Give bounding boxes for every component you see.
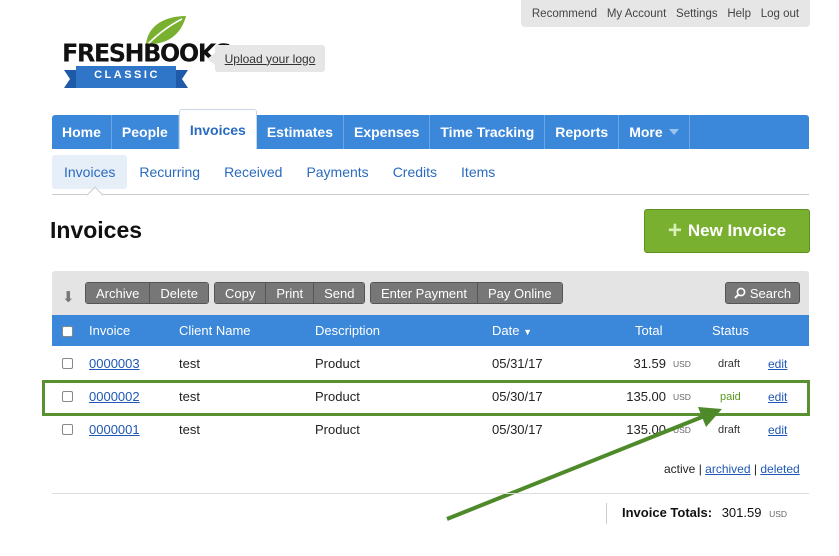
archive-delete-group: Archive Delete (85, 282, 209, 304)
client-name: test (179, 356, 200, 371)
new-invoice-button[interactable]: + New Invoice (644, 209, 810, 253)
enter-payment-button[interactable]: Enter Payment (371, 283, 478, 303)
nav-label: Reports (555, 124, 609, 140)
subnav-received[interactable]: Received (212, 155, 294, 189)
totals-value: 301.59 (721, 505, 762, 520)
subnav-invoices[interactable]: Invoices (52, 155, 128, 189)
invoice-table-header: Invoice Client Name Description Date ▼ T… (52, 315, 809, 346)
delete-button[interactable]: Delete (150, 283, 208, 303)
status-badge: draft (718, 358, 741, 370)
nav-label: Estimates (266, 124, 333, 140)
subnav-items[interactable]: Items (449, 155, 507, 189)
subnav-recurring[interactable]: Recurring (127, 155, 212, 189)
search-label: Search (749, 285, 792, 301)
subnav-payments[interactable]: Payments (294, 155, 380, 189)
upload-logo-bubble: Upload your logo (207, 45, 325, 72)
invoice-number-link[interactable]: 0000001 (89, 422, 140, 437)
invoice-date: 05/31/17 (492, 356, 543, 371)
nav-label: Invoices (189, 121, 246, 138)
nav-estimates[interactable]: Estimates (257, 115, 344, 149)
subnav-pointer (86, 186, 104, 204)
sub-nav: Invoices Recurring Received Payments Cre… (52, 155, 809, 189)
nav-label: People (121, 124, 168, 140)
row-checkbox[interactable] (62, 358, 73, 369)
page-title: Invoices (50, 217, 143, 243)
header-client-name[interactable]: Client Name (179, 323, 251, 338)
nav-people[interactable]: People (112, 115, 179, 149)
table-row: 0000003 test Product 05/31/17 31.59 USD … (52, 347, 809, 380)
invoice-total: 31.59 (633, 356, 666, 371)
totals-divider-line (52, 493, 809, 494)
header-description[interactable]: Description (315, 323, 380, 338)
header-total[interactable]: Total (635, 323, 662, 338)
filter-deleted-link[interactable]: deleted (760, 462, 799, 476)
my-account-link[interactable]: My Account (607, 8, 666, 20)
header-date[interactable]: Date ▼ (492, 323, 532, 338)
filter-archived-link[interactable]: archived (705, 462, 750, 476)
invoice-number-link[interactable]: 0000003 (89, 356, 140, 371)
freshbooks-logo[interactable]: FRESHBOOKS CLASSIC (62, 16, 232, 96)
utility-bar: Recommend My Account Settings Help Log o… (521, 0, 810, 27)
copy-print-send-group: Copy Print Send (214, 282, 366, 304)
pay-online-button[interactable]: Pay Online (478, 283, 562, 303)
nav-label: More (629, 124, 663, 140)
row-checkbox[interactable] (62, 424, 73, 435)
payment-group: Enter Payment Pay Online (370, 282, 563, 304)
totals-label: Invoice Totals: (622, 505, 713, 520)
settings-link[interactable]: Settings (676, 8, 718, 20)
print-button[interactable]: Print (266, 283, 315, 303)
nav-label: Time Tracking (440, 124, 535, 140)
nav-label: Home (62, 124, 101, 140)
bulk-action-arrow-icon: ⬇ (62, 289, 75, 306)
invoice-filters: active | archived | deleted (664, 462, 800, 476)
sort-desc-icon: ▼ (523, 327, 533, 337)
nav-home[interactable]: Home (52, 115, 112, 149)
search-button[interactable]: Search (725, 282, 800, 304)
filter-separator: | (698, 462, 702, 476)
subnav-credits[interactable]: Credits (381, 155, 449, 189)
caret-down-icon (668, 129, 679, 135)
client-name: test (179, 422, 200, 437)
edit-link[interactable]: edit (768, 357, 787, 371)
help-link[interactable]: Help (727, 8, 751, 20)
copy-button[interactable]: Copy (215, 283, 267, 303)
description: Product (315, 422, 360, 437)
logout-link[interactable]: Log out (761, 8, 799, 20)
logo-classic-label: CLASSIC (94, 69, 160, 81)
totals-currency: USD (769, 509, 788, 519)
select-all-checkbox[interactable] (62, 326, 73, 337)
plus-icon: + (667, 217, 682, 244)
invoice-toolbar: ⬇ Archive Delete Copy Print Send Enter P… (52, 271, 809, 315)
description: Product (315, 356, 360, 371)
nav-label: Expenses (354, 124, 420, 140)
nav-more[interactable]: More (619, 115, 690, 149)
invoice-totals: Invoice Totals: 301.59 USD (622, 505, 787, 520)
search-icon (734, 287, 746, 299)
new-invoice-label: New Invoice (687, 221, 787, 240)
recommend-link[interactable]: Recommend (532, 8, 597, 20)
archive-button[interactable]: Archive (86, 283, 151, 303)
edit-link[interactable]: edit (768, 423, 787, 437)
totals-vertical-divider (606, 503, 607, 524)
nav-reports[interactable]: Reports (545, 115, 620, 149)
subnav-divider (52, 194, 809, 195)
send-button[interactable]: Send (314, 283, 365, 303)
filter-separator: | (753, 462, 757, 476)
nav-invoices[interactable]: Invoices (178, 109, 257, 149)
filter-active: active (664, 462, 696, 476)
upload-logo-link[interactable]: Upload your logo (225, 52, 316, 66)
main-nav: Home People Invoices Estimates Expenses … (52, 109, 809, 149)
nav-time-tracking[interactable]: Time Tracking (430, 115, 546, 149)
currency: USD (673, 359, 691, 369)
header-date-label: Date (492, 323, 520, 338)
header-invoice[interactable]: Invoice (89, 323, 130, 338)
header-status[interactable]: Status (712, 323, 749, 338)
nav-expenses[interactable]: Expenses (344, 115, 431, 149)
